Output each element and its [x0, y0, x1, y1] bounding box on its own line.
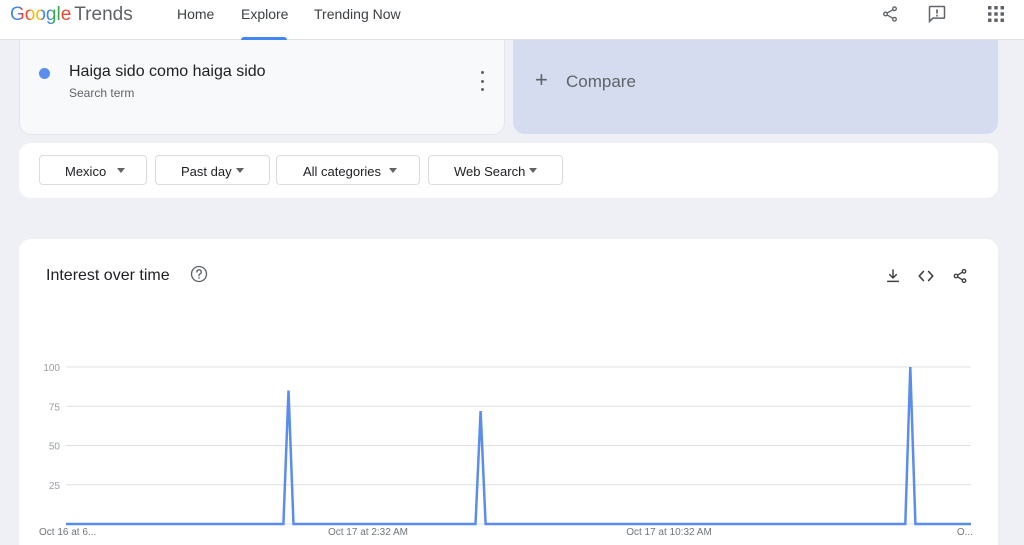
x-tick-label: Oct 16 at 6...	[39, 527, 96, 538]
region-filter-label: Mexico	[65, 164, 107, 179]
y-tick-label: 50	[49, 442, 61, 453]
search-type-filter-dropdown[interactable]: Web Search	[428, 155, 563, 185]
time-filter-dropdown[interactable]: Past day	[155, 155, 270, 185]
region-filter-dropdown[interactable]: Mexico	[39, 155, 147, 185]
y-tick-label: 75	[49, 402, 61, 413]
feedback-icon[interactable]	[926, 3, 948, 25]
x-tick-label: Oct 17 at 2:32 AM	[328, 527, 408, 538]
filter-bar: Mexico Past day All categories Web Searc…	[19, 143, 998, 198]
logo-google-text: Google	[10, 4, 72, 25]
caret-down-icon	[117, 168, 125, 173]
chart-y-ticks: 25 50 75 100	[43, 363, 60, 492]
nav-tab-explore[interactable]: Explore	[241, 6, 289, 40]
nav-tab-home[interactable]: Home	[177, 6, 215, 40]
caret-down-icon	[236, 168, 244, 173]
chart-x-ticks: Oct 16 at 6... Oct 17 at 2:32 AM Oct 17 at…	[39, 527, 973, 538]
nav-tab-trending-now-label: Trending Now	[314, 6, 401, 22]
y-tick-label: 100	[43, 363, 60, 374]
category-filter-dropdown[interactable]: All categories	[276, 155, 420, 185]
x-tick-label: Oct 17 at 10:32 AM	[626, 527, 712, 538]
y-tick-label: 25	[49, 481, 61, 492]
x-tick-label: O...	[957, 527, 973, 538]
interest-line-chart: 25 50 75 100 Oct 16 at 6... Oct 17 at 2:32 A…	[39, 363, 973, 538]
compare-button[interactable]: + Compare	[513, 40, 998, 134]
caret-down-icon	[389, 168, 397, 173]
logo-trends-text: Trends	[74, 4, 133, 25]
search-term-sublabel: Search term	[69, 86, 135, 100]
nav-tab-home-label: Home	[177, 6, 215, 22]
time-filter-label: Past day	[181, 164, 232, 179]
top-app-bar: Google Trends Home Explore Trending Now	[0, 0, 1024, 40]
caret-down-icon	[529, 168, 537, 173]
nav-tab-trending-now[interactable]: Trending Now	[314, 6, 402, 40]
plus-icon: +	[535, 67, 548, 92]
google-trends-logo[interactable]: Google Trends	[10, 4, 133, 26]
category-filter-label: All categories	[303, 164, 382, 179]
interest-over-time-card: Interest over time 25 50 75 100 Oct 16 at 6…	[19, 239, 998, 545]
search-term-text[interactable]: Haiga sido como haiga sido	[69, 63, 266, 81]
chart-gridlines	[66, 366, 971, 525]
compare-label: Compare	[566, 72, 636, 91]
term-color-dot	[39, 68, 50, 79]
apps-grid-icon[interactable]	[985, 3, 1007, 25]
nav-tab-explore-label: Explore	[241, 6, 289, 22]
search-type-filter-label: Web Search	[454, 164, 526, 179]
more-vert-icon[interactable]	[475, 71, 489, 91]
search-term-card[interactable]: Haiga sido como haiga sido Search term	[19, 40, 505, 135]
share-icon[interactable]	[879, 3, 901, 25]
